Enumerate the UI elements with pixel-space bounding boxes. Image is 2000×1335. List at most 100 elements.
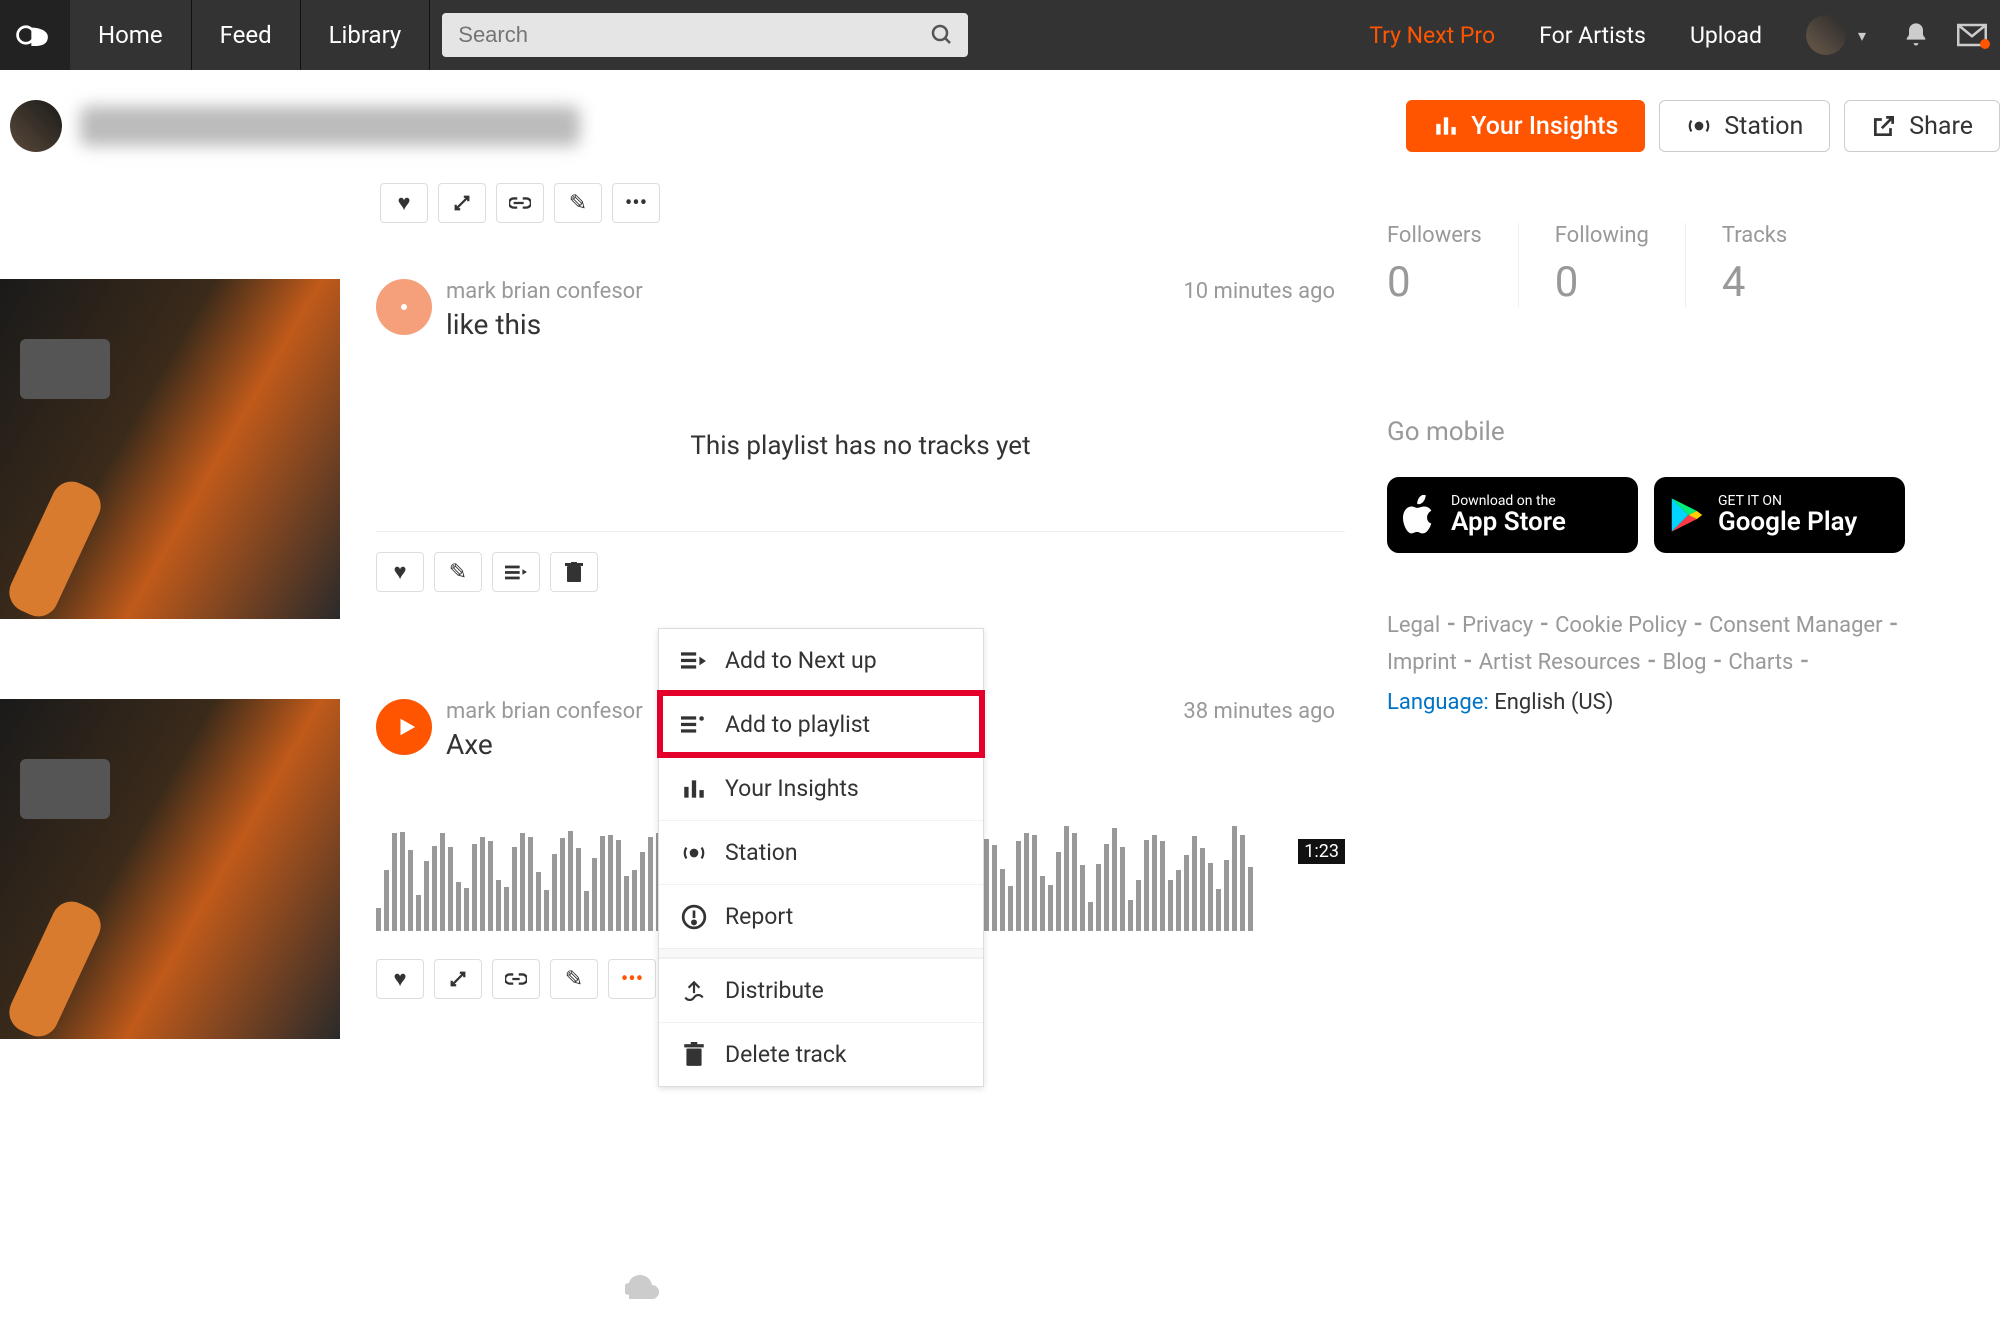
- playlist-add-icon: [681, 712, 707, 738]
- right-nav: Try Next Pro For Artists Upload ▾: [1347, 0, 2000, 70]
- track-title[interactable]: Axe: [446, 728, 643, 761]
- edit-button[interactable]: ✎: [554, 183, 602, 223]
- artist-avatar[interactable]: [376, 279, 432, 335]
- legal-links[interactable]: Legal ⁃ Privacy ⁃ Cookie Policy ⁃ Consen…: [1387, 607, 1905, 682]
- language-key: Language:: [1387, 690, 1489, 715]
- stat-label: Followers: [1387, 223, 1482, 248]
- like-button[interactable]: ♥: [376, 959, 424, 999]
- notification-dot-icon: [1980, 39, 1990, 49]
- empty-playlist-msg: This playlist has no tracks yet: [376, 431, 1345, 461]
- stat-label: Following: [1555, 223, 1649, 248]
- menu-station[interactable]: Station: [659, 820, 983, 884]
- appstore-small: Download on the: [1451, 494, 1566, 508]
- stat-following[interactable]: Following 0: [1518, 223, 1685, 307]
- avatar-icon: [1806, 15, 1846, 55]
- menu-label: Add to playlist: [725, 711, 870, 738]
- artist-name[interactable]: mark brian confesor: [446, 699, 643, 724]
- search-input[interactable]: [442, 13, 968, 57]
- messages-icon[interactable]: [1944, 23, 2000, 47]
- your-insights-button[interactable]: Your Insights: [1406, 100, 1645, 152]
- nav-home[interactable]: Home: [70, 0, 192, 70]
- like-button[interactable]: ♥: [376, 552, 424, 592]
- insights-icon: [681, 776, 707, 802]
- station-label: Station: [1724, 112, 1803, 141]
- search-wrap: [430, 0, 980, 70]
- stat-followers[interactable]: Followers 0: [1387, 223, 1518, 307]
- copy-link-button[interactable]: [496, 183, 544, 223]
- divider: [376, 531, 1345, 532]
- playlist-item: mark brian confesor like this 10 minutes…: [0, 279, 1345, 619]
- sidebar: Followers 0 Following 0 Tracks 4 Go mobi…: [1345, 183, 1905, 1039]
- track-title[interactable]: like this: [446, 308, 643, 341]
- menu-label: Distribute: [725, 977, 824, 1004]
- profile-avatar[interactable]: [10, 100, 62, 152]
- like-button[interactable]: ♥: [380, 183, 428, 223]
- stat-value: 0: [1555, 258, 1649, 307]
- insights-label: Your Insights: [1471, 112, 1618, 141]
- try-pro-link[interactable]: Try Next Pro: [1347, 0, 1517, 70]
- top-nav: Home Feed Library Try Next Pro For Artis…: [0, 0, 2000, 70]
- nav-library[interactable]: Library: [301, 0, 431, 70]
- google-play-icon: [1670, 497, 1704, 533]
- more-button[interactable]: •••: [612, 183, 660, 223]
- menu-add-next-up[interactable]: Add to Next up: [659, 629, 983, 692]
- station-icon: [681, 840, 707, 866]
- menu-label: Report: [725, 903, 793, 930]
- menu-separator: [659, 948, 983, 958]
- edit-button[interactable]: ✎: [550, 959, 598, 999]
- more-button-active[interactable]: •••: [608, 959, 656, 999]
- gplay-small: GET IT ON: [1718, 494, 1857, 508]
- for-artists-link[interactable]: For Artists: [1517, 0, 1668, 70]
- language-selector[interactable]: Language: English (US): [1387, 690, 1905, 715]
- go-mobile-heading: Go mobile: [1387, 417, 1905, 447]
- menu-delete[interactable]: Delete track: [659, 1022, 983, 1086]
- copy-link-button[interactable]: [492, 959, 540, 999]
- app-store-button[interactable]: Download on theApp Store: [1387, 477, 1638, 553]
- menu-label: Delete track: [725, 1041, 847, 1068]
- gplay-big: Google Play: [1718, 507, 1857, 537]
- artwork[interactable]: [0, 279, 340, 619]
- menu-insights[interactable]: Your Insights: [659, 756, 983, 820]
- menu-report[interactable]: Report: [659, 884, 983, 948]
- track-actions-top: ♥ ✎ •••: [380, 183, 1345, 223]
- menu-label: Station: [725, 839, 798, 866]
- soundcloud-footer-icon: [625, 1275, 673, 1307]
- artwork[interactable]: [0, 699, 340, 1039]
- nav-feed[interactable]: Feed: [192, 0, 301, 70]
- language-value: English (US): [1489, 690, 1614, 715]
- upload-link[interactable]: Upload: [1668, 0, 1784, 70]
- repost-button[interactable]: [434, 959, 482, 999]
- delete-button[interactable]: [550, 552, 598, 592]
- user-menu[interactable]: ▾: [1784, 0, 1888, 70]
- queue-icon: [681, 648, 707, 674]
- playlist-actions: ♥ ✎: [376, 552, 1345, 592]
- chevron-down-icon: ▾: [1858, 26, 1866, 45]
- duration-badge: 1:23: [1298, 839, 1345, 864]
- timestamp: 38 minutes ago: [1183, 699, 1345, 724]
- stat-value: 0: [1387, 258, 1482, 307]
- notifications-icon[interactable]: [1888, 21, 1944, 49]
- search-icon[interactable]: [924, 17, 960, 53]
- google-play-button[interactable]: GET IT ONGoogle Play: [1654, 477, 1905, 553]
- queue-button[interactable]: [492, 552, 540, 592]
- main-content: ♥ ✎ ••• mark brian confesor like this: [0, 183, 2000, 1039]
- report-icon: [681, 904, 707, 930]
- stat-tracks[interactable]: Tracks 4: [1685, 223, 1823, 307]
- profile-name-blurred: [80, 106, 580, 146]
- stats-row: Followers 0 Following 0 Tracks 4: [1387, 223, 1905, 307]
- station-button[interactable]: Station: [1659, 100, 1830, 152]
- appstore-big: App Store: [1451, 507, 1566, 537]
- share-button[interactable]: Share: [1844, 100, 2000, 152]
- play-button[interactable]: [376, 699, 432, 755]
- repost-button[interactable]: [438, 183, 486, 223]
- stat-label: Tracks: [1722, 223, 1787, 248]
- menu-label: Your Insights: [725, 775, 859, 802]
- logo-icon[interactable]: [0, 0, 70, 70]
- edit-button[interactable]: ✎: [434, 552, 482, 592]
- menu-distribute[interactable]: Distribute: [659, 958, 983, 1022]
- artist-name[interactable]: mark brian confesor: [446, 279, 643, 304]
- more-menu: Add to Next up Add to playlist Your Insi…: [658, 628, 984, 1087]
- menu-add-playlist[interactable]: Add to playlist: [659, 692, 983, 756]
- apple-icon: [1403, 495, 1437, 535]
- timestamp: 10 minutes ago: [1183, 279, 1345, 304]
